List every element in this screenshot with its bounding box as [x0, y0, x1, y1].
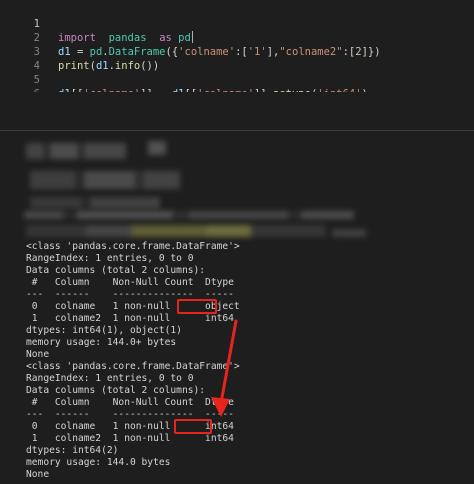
code-line-1[interactable]: 1 import pandas as pd [0, 3, 474, 44]
code-line-2[interactable]: 2 d1 = pd.DataFrame({'colname':['1'],"co… [0, 17, 474, 58]
code-line-4[interactable]: 4 [0, 45, 474, 72]
terminal-panel[interactable]: <class 'pandas.core.frame.DataFrame'> Ra… [0, 131, 474, 484]
code-line-3[interactable]: 3 print(d1.info()) [0, 31, 474, 72]
editor-bottom-space [0, 92, 474, 130]
red-arrow-icon [211, 319, 238, 417]
code-editor[interactable]: 1 import pandas as pd 2 d1 = pd.DataFram… [0, 0, 474, 114]
code-line-6[interactable]: 6 print(d1.info()) [0, 73, 474, 114]
code-line-5[interactable]: 5 d1[['colname']] = d1[['colname']].asty… [0, 59, 474, 100]
